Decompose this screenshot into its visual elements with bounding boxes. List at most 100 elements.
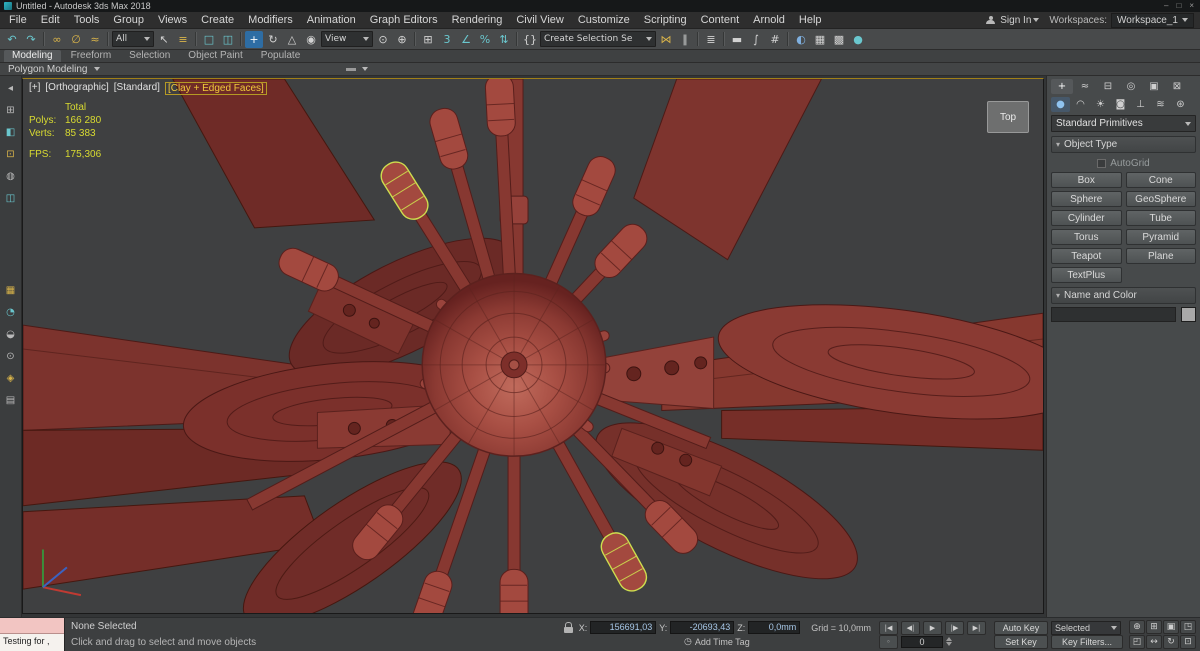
select-by-name-icon[interactable]: ≡ [174,31,192,48]
menu-tools[interactable]: Tools [67,12,107,28]
left-toolbar-icon[interactable]: ◧ [3,124,19,140]
viewcube[interactable]: Top [987,101,1029,133]
menu-graph-editors[interactable]: Graph Editors [363,12,445,28]
viewport-style-label[interactable]: [Standard] [114,82,160,95]
toggle-layer-explorer-icon[interactable]: ≣ [702,31,720,48]
menu-scripting[interactable]: Scripting [637,12,694,28]
redo-icon[interactable]: ↷ [22,31,40,48]
box-button[interactable]: Box [1051,172,1122,188]
cameras-category-icon[interactable]: ◙ [1111,97,1130,112]
menu-group[interactable]: Group [106,12,151,28]
object-color-swatch[interactable] [1181,307,1196,322]
maximize-viewport-button[interactable]: ⊡ [1180,635,1196,649]
reference-coordinate-system-dropdown[interactable]: View [321,31,373,47]
curve-editor-icon[interactable]: ∫ [747,31,765,48]
add-time-tag-button[interactable]: Add Time Tag [695,637,750,647]
listener-line[interactable]: Testing for , [0,634,64,651]
primitive-category-dropdown[interactable]: Standard Primitives [1051,115,1196,132]
lights-category-icon[interactable]: ☀ [1091,97,1110,112]
select-and-manipulate-icon[interactable]: ⊕ [393,31,411,48]
render-setup-icon[interactable]: ▦ [811,31,829,48]
tab-populate[interactable]: Populate [253,50,308,62]
key-filters-button[interactable]: Key Filters... [1051,634,1123,649]
previous-frame-button[interactable]: ◀| [901,620,920,635]
left-toolbar-icon[interactable]: ◍ [3,168,19,184]
schematic-view-icon[interactable]: # [766,31,784,48]
snaps-toggle-icon[interactable]: 3 [438,31,456,48]
angle-snap-icon[interactable]: ∠ [457,31,475,48]
sphere-button[interactable]: Sphere [1051,191,1122,207]
y-coordinate-field[interactable]: -20693,43 [670,621,735,634]
use-pivot-point-center-icon[interactable]: ⊙ [374,31,392,48]
left-toolbar-icon[interactable]: ◔ [3,304,19,320]
autogrid-checkbox[interactable]: AutoGrid [1051,156,1196,170]
zoom-extents-all-button[interactable]: ◳ [1180,620,1196,634]
select-and-link-icon[interactable]: ∞ [48,31,66,48]
maximize-button[interactable]: □ [1176,1,1181,11]
go-to-start-button[interactable]: |◀ [879,620,898,635]
display-tab-icon[interactable]: ▣ [1143,79,1165,94]
menu-content[interactable]: Content [694,12,747,28]
align-icon[interactable]: ∥ [676,31,694,48]
left-toolbar-icon[interactable]: ⊡ [3,146,19,162]
menu-views[interactable]: Views [151,12,194,28]
left-toolbar-icon[interactable]: ◫ [3,190,19,206]
plane-button[interactable]: Plane [1125,248,1196,264]
torus-button[interactable]: Torus [1051,229,1122,245]
go-to-end-button[interactable]: ▶| [967,620,986,635]
create-tab-icon[interactable]: + [1051,79,1073,94]
bind-to-space-warp-icon[interactable]: ≈ [86,31,104,48]
key-mode-dropdown[interactable]: Selected [1051,620,1121,635]
ribbon-config-icon[interactable] [345,67,356,71]
zoom-extents-button[interactable]: ▣ [1163,620,1179,634]
polygon-modeling-panel[interactable]: Polygon Modeling [8,64,88,75]
toggle-ribbon-icon[interactable]: ▬ [728,31,746,48]
tab-freeform[interactable]: Freeform [63,50,120,62]
workspace-dropdown[interactable]: Workspace_1 [1111,12,1194,28]
hierarchy-tab-icon[interactable]: ⊟ [1097,79,1119,94]
select-and-move-icon[interactable]: + [245,30,263,48]
percent-snap-icon[interactable]: % [476,31,494,48]
auto-key-button[interactable]: Auto Key [994,620,1048,635]
modify-tab-icon[interactable]: ≈ [1074,79,1096,94]
macro-recorder-line[interactable] [0,618,64,634]
select-and-scale-icon[interactable]: △ [283,31,301,48]
frame-spinner[interactable] [946,637,952,646]
pyramid-button[interactable]: Pyramid [1125,229,1196,245]
geometry-category-icon[interactable]: ● [1051,97,1070,112]
shapes-category-icon[interactable]: ◠ [1071,97,1090,112]
viewport-canvas[interactable]: [+] [Orthographic] [Standard] [Clay + Ed… [22,78,1044,614]
left-toolbar-icon[interactable]: ◈ [3,370,19,386]
unlink-selection-icon[interactable]: ∅ [67,31,85,48]
zoom-region-button[interactable]: ◰ [1129,635,1145,649]
utilities-tab-icon[interactable]: ⊠ [1166,79,1188,94]
tab-modeling[interactable]: Modeling [4,50,61,62]
edit-named-selection-sets-icon[interactable]: {} [521,31,539,48]
viewport-general-menu[interactable]: [+] [29,82,40,95]
undo-icon[interactable]: ↶ [3,31,21,48]
motion-tab-icon[interactable]: ◎ [1120,79,1142,94]
named-selection-sets-dropdown[interactable]: Create Selection Se [540,31,656,47]
z-coordinate-field[interactable]: 0,0mm [748,621,801,634]
left-toolbar-icon[interactable]: ▤ [3,392,19,408]
close-button[interactable]: × [1189,1,1194,11]
left-toolbar-icon[interactable]: ⊞ [3,102,19,118]
rectangular-selection-region-icon[interactable]: □ [200,31,218,48]
geosphere-button[interactable]: GeoSphere [1125,191,1196,207]
helpers-category-icon[interactable]: ⊥ [1131,97,1150,112]
minimize-button[interactable]: – [1164,1,1168,11]
tube-button[interactable]: Tube [1125,210,1196,226]
tab-selection[interactable]: Selection [121,50,178,62]
keyboard-shortcut-override-icon[interactable]: ⊞ [419,31,437,48]
menu-animation[interactable]: Animation [300,12,363,28]
left-toolbar-icon[interactable]: ◂ [3,80,19,96]
material-editor-icon[interactable]: ◐ [792,31,810,48]
menu-edit[interactable]: Edit [34,12,67,28]
menu-create[interactable]: Create [194,12,241,28]
maxscript-mini-listener[interactable]: Testing for , [0,618,65,651]
orbit-button[interactable]: ↻ [1163,635,1179,649]
render-production-icon[interactable]: ● [849,31,867,48]
name-and-color-rollout[interactable]: ▾ Name and Color [1051,287,1196,304]
left-toolbar-icon[interactable]: ◒ [3,326,19,342]
space-warps-category-icon[interactable]: ≋ [1151,97,1170,112]
